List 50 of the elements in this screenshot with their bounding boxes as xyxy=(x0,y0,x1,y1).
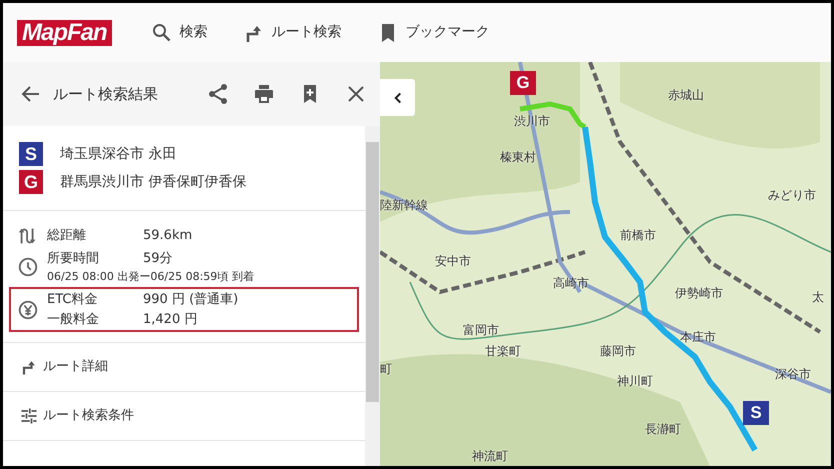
map-label: 渋川市 xyxy=(514,113,550,130)
place-name: 埼玉県深谷市 永田 xyxy=(60,144,176,164)
summary-label: 所要時間 xyxy=(47,250,100,268)
fee-value: 990 円 (普通車) xyxy=(143,290,238,309)
scrollbar[interactable] xyxy=(365,126,380,466)
start-marker: S xyxy=(19,142,43,166)
logo: MapFan xyxy=(17,20,112,46)
map-label: 町 xyxy=(380,361,392,378)
map-label: 富岡市 xyxy=(463,322,499,339)
print-button[interactable] xyxy=(252,82,276,106)
map-label: 赤城山 xyxy=(668,87,704,104)
place-name: 群馬県渋川市 伊香保町伊香保 xyxy=(60,172,246,192)
collapse-button[interactable] xyxy=(380,79,415,116)
fee-label: 一般料金 xyxy=(47,310,100,328)
panel-title: ルート検索結果 xyxy=(53,84,159,105)
map-label: 榛東村 xyxy=(500,149,536,166)
summary-label: 総距離 xyxy=(47,227,87,246)
map-label: 藤岡市 xyxy=(600,343,636,360)
share-icon xyxy=(206,82,230,106)
goal-pin: G xyxy=(510,71,536,95)
yen-icon xyxy=(17,298,39,320)
fee-label: ETC料金 xyxy=(47,291,98,309)
map-label: 前橋市 xyxy=(620,227,656,244)
map-label: 太 xyxy=(812,289,824,306)
goal-marker: G xyxy=(19,170,43,194)
fee-value: 1,420 円 xyxy=(143,310,198,328)
share-button[interactable] xyxy=(206,82,230,106)
time-detail: 06/25 08:00 出発ー06/25 08:59頃 到着 xyxy=(47,268,254,284)
nav-link[interactable]: ブックマーク xyxy=(376,20,490,44)
printer-icon xyxy=(252,82,276,106)
summary-value: 59.6km xyxy=(143,227,192,246)
map-label: 伊勢崎市 xyxy=(675,285,723,302)
map-label: 安中市 xyxy=(435,253,471,270)
start-pin: S xyxy=(743,401,769,425)
map-label: 神川町 xyxy=(617,373,653,390)
map-label: 陸新幹線 xyxy=(380,197,428,214)
map[interactable]: 赤城山 渋川市 榛東村 陸新幹線 みどり市 前橋市 安中市 高崎市 伊勢崎市 太 富岡市 甘楽町 藤岡市 本庄市 町 深谷市 神川町 長瀞町 神流町 G S xyxy=(380,62,831,466)
clock-icon xyxy=(17,256,39,278)
nav-link[interactable]: ルート検索 xyxy=(242,20,342,44)
map-label: 甘楽町 xyxy=(485,343,521,360)
map-label: 本庄市 xyxy=(680,329,716,346)
map-label: 高崎市 xyxy=(553,275,589,292)
map-label: 神流町 xyxy=(472,448,508,465)
menu-item[interactable]: ルート検索条件 xyxy=(3,392,365,441)
map-label: みどり市 xyxy=(768,187,816,204)
nav-link[interactable]: 検索 xyxy=(150,20,208,44)
summary-value: 59分 xyxy=(143,250,173,268)
map-label: 深谷市 xyxy=(775,366,811,383)
map-label: 長瀞町 xyxy=(645,421,681,438)
sliders-icon xyxy=(19,406,39,426)
